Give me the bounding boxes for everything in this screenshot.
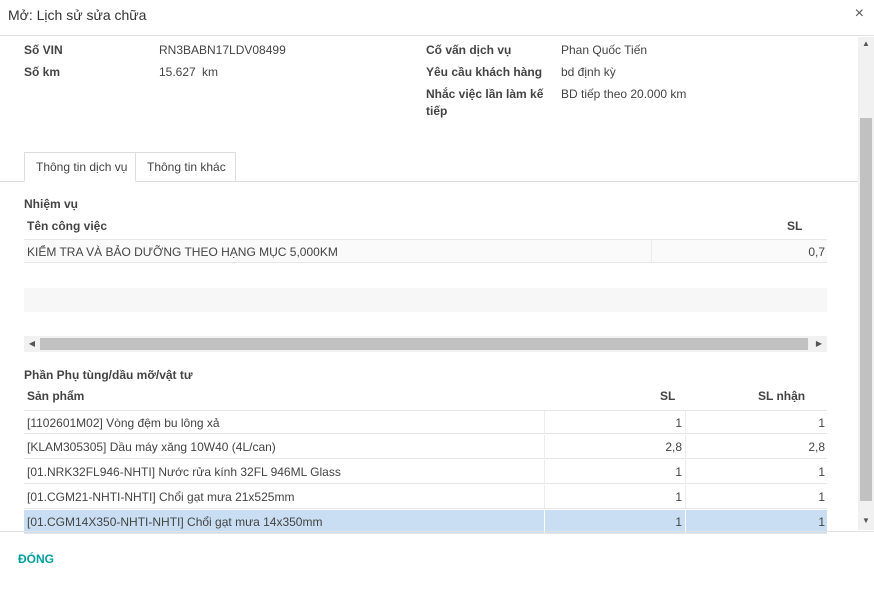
part-qty: 1 bbox=[675, 515, 682, 529]
part-qty-received: 2,8 bbox=[808, 440, 825, 454]
part-qty: 1 bbox=[675, 465, 682, 479]
parts-col-qty[interactable]: SL bbox=[660, 389, 675, 403]
parts-section-title: Phần Phụ tùng/dầu mỡ/vật tư bbox=[24, 368, 193, 382]
horizontal-scroll-thumb[interactable] bbox=[40, 338, 808, 350]
column-divider bbox=[651, 240, 652, 263]
part-qty: 1 bbox=[675, 416, 682, 430]
advisor-value: Phan Quốc Tiến bbox=[561, 43, 648, 57]
modal-title: Mở: Lịch sử sửa chữa bbox=[8, 7, 147, 23]
part-product: [01.CGM14X350-NHTI-NHTI] Chổi gạt mưa 14… bbox=[27, 515, 323, 529]
request-value: bd định kỳ bbox=[561, 65, 616, 79]
part-qty-received: 1 bbox=[818, 515, 825, 529]
tab-service-info[interactable]: Thông tin dịch vụ bbox=[24, 152, 136, 182]
reminder-label-line2: tiếp bbox=[426, 104, 448, 118]
close-button[interactable]: ĐÓNG bbox=[18, 552, 54, 566]
table-row[interactable]: [1102601M02] Vòng đệm bu lông xả 1 1 bbox=[24, 410, 827, 434]
column-divider bbox=[685, 435, 686, 458]
column-divider bbox=[544, 510, 545, 533]
scroll-up-icon[interactable]: ▲ bbox=[858, 37, 874, 51]
part-qty-received: 1 bbox=[818, 416, 825, 430]
part-qty-received: 1 bbox=[818, 490, 825, 504]
vin-label: Số VIN bbox=[24, 43, 63, 57]
part-product: [1102601M02] Vòng đệm bu lông xả bbox=[27, 416, 220, 430]
scroll-left-icon[interactable]: ◀ bbox=[24, 336, 40, 352]
table-row[interactable]: KIỂM TRA VÀ BẢO DƯỠNG THEO HẠNG MỤC 5,00… bbox=[24, 239, 827, 263]
tasks-section-title: Nhiệm vụ bbox=[24, 197, 79, 211]
part-qty: 2,8 bbox=[665, 440, 682, 454]
vin-value: RN3BABN17LDV08499 bbox=[159, 43, 286, 57]
column-divider bbox=[544, 485, 545, 508]
advisor-label: Cố vấn dịch vụ bbox=[426, 43, 512, 57]
column-divider bbox=[544, 460, 545, 483]
part-product: [KLAM305305] Dầu máy xăng 10W40 (4L/can) bbox=[27, 440, 276, 454]
tab-other-info[interactable]: Thông tin khác bbox=[136, 152, 236, 182]
table-row[interactable]: [KLAM305305] Dầu máy xăng 10W40 (4L/can)… bbox=[24, 435, 827, 459]
vertical-scroll-thumb[interactable] bbox=[860, 118, 872, 501]
part-qty: 1 bbox=[675, 490, 682, 504]
tasks-col-qty[interactable]: SL bbox=[787, 219, 802, 233]
request-label: Yêu cầu khách hàng bbox=[426, 65, 543, 79]
column-divider bbox=[685, 411, 686, 434]
tasks-col-name[interactable]: Tên công việc bbox=[27, 219, 107, 233]
task-name: KIỂM TRA VÀ BẢO DƯỠNG THEO HẠNG MỤC 5,00… bbox=[27, 245, 338, 259]
scroll-down-icon[interactable]: ▼ bbox=[858, 514, 874, 528]
column-divider bbox=[685, 460, 686, 483]
footer-divider bbox=[0, 531, 874, 532]
km-label: Số km bbox=[24, 65, 61, 79]
km-unit: km bbox=[202, 65, 219, 79]
column-divider bbox=[544, 411, 545, 434]
scroll-right-icon[interactable]: ▶ bbox=[811, 336, 827, 352]
parts-col-product[interactable]: Sản phẩm bbox=[27, 389, 84, 403]
reminder-label-line1: Nhắc việc lần làm kế bbox=[426, 87, 544, 101]
part-qty-received: 1 bbox=[818, 465, 825, 479]
km-number: 15.627 bbox=[159, 65, 196, 79]
horizontal-scrollbar[interactable]: ◀ ▶ bbox=[24, 336, 827, 352]
reminder-value: BD tiếp theo 20.000 km bbox=[561, 87, 687, 101]
empty-row bbox=[24, 288, 827, 312]
task-qty: 0,7 bbox=[808, 245, 825, 259]
close-icon[interactable]: × bbox=[855, 6, 864, 22]
column-divider bbox=[544, 435, 545, 458]
part-product: [01.CGM21-NHTI-NHTI] Chổi gạt mưa 21x525… bbox=[27, 490, 295, 504]
km-value: 15.627 km bbox=[159, 65, 218, 79]
part-product: [01.NRK32FL946-NHTI] Nước rửa kính 32FL … bbox=[27, 465, 341, 479]
column-divider bbox=[685, 485, 686, 508]
modal-header: Mở: Lịch sử sửa chữa × bbox=[0, 0, 874, 36]
table-row[interactable]: [01.CGM21-NHTI-NHTI] Chổi gạt mưa 21x525… bbox=[24, 485, 827, 509]
parts-col-qty-received[interactable]: SL nhận bbox=[758, 389, 805, 403]
column-divider bbox=[685, 510, 686, 533]
table-row[interactable]: [01.NRK32FL946-NHTI] Nước rửa kính 32FL … bbox=[24, 460, 827, 484]
